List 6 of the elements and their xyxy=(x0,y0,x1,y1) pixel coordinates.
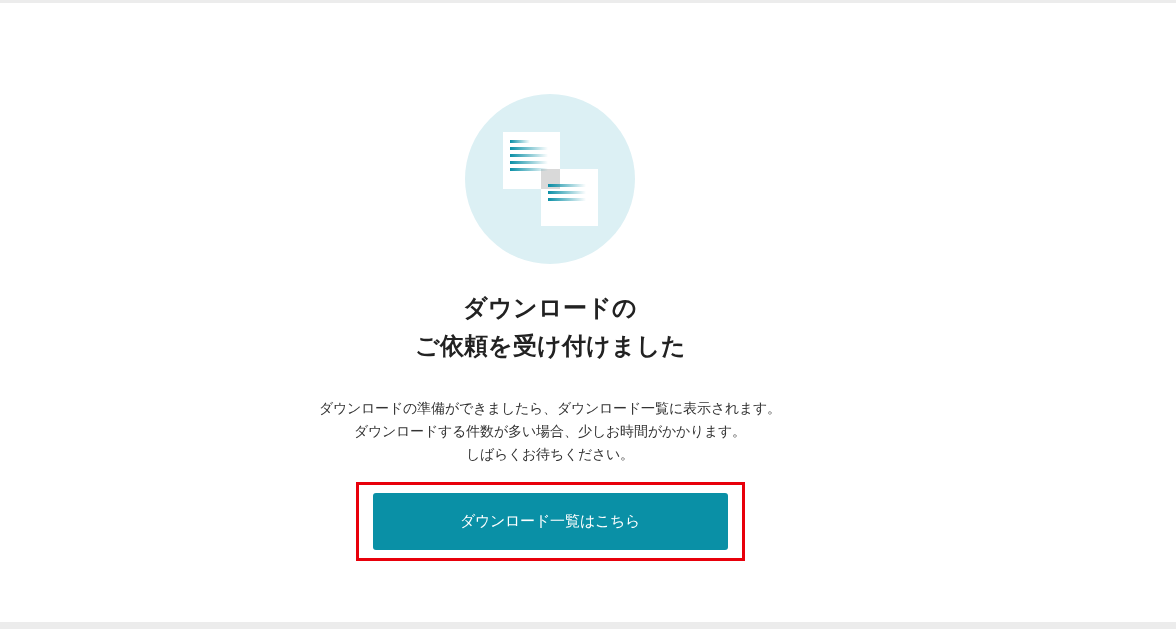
message-text: ダウンロードの準備ができましたら、ダウンロード一覧に表示されます。 xyxy=(319,399,781,418)
download-list-button[interactable]: ダウンロード一覧はこちら xyxy=(372,493,728,550)
heading: ダウンロードの xyxy=(462,293,638,324)
heading: ご依頼を受け付けました xyxy=(414,331,686,362)
message-text: しばらくお待ちください。 xyxy=(465,445,635,464)
message-text: ダウンロードする件数が多い場合、少しお時間がかかります。 xyxy=(353,422,747,441)
